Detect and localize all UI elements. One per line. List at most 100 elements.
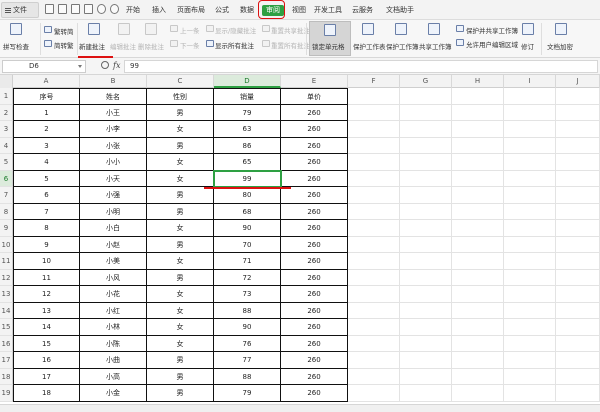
tab-insert[interactable]: 插入 (152, 4, 166, 16)
print-preview-icon[interactable] (71, 4, 80, 14)
table-cell[interactable]: 260 (281, 187, 348, 204)
table-cell[interactable]: 260 (281, 154, 348, 171)
row-header[interactable]: 12 (0, 269, 13, 286)
protect-workbook-button[interactable]: 保护工作簿 (386, 41, 419, 51)
empty-cell[interactable] (400, 220, 452, 237)
table-cell[interactable]: 小高 (80, 368, 147, 385)
empty-cell[interactable] (348, 121, 400, 138)
empty-cell[interactable] (556, 335, 600, 352)
empty-cell[interactable] (504, 203, 556, 220)
empty-cell[interactable] (348, 368, 400, 385)
table-cell[interactable]: 12 (13, 286, 80, 303)
empty-cell[interactable] (556, 269, 600, 286)
empty-cell[interactable] (400, 203, 452, 220)
table-header-cell[interactable]: 性别 (147, 88, 214, 105)
reset-shared-comments-button[interactable]: 重置共享批注 (271, 25, 310, 35)
file-menu-button[interactable]: 文件 (1, 2, 39, 18)
empty-cell[interactable] (348, 286, 400, 303)
show-all-comments-button[interactable]: 显示所有批注 (215, 40, 254, 50)
table-cell[interactable]: 男 (147, 352, 214, 369)
row-header[interactable]: 3 (0, 121, 13, 138)
row-header[interactable]: 16 (0, 335, 13, 352)
table-cell[interactable]: 13 (13, 302, 80, 319)
table-cell[interactable]: 男 (147, 368, 214, 385)
empty-cell[interactable] (400, 187, 452, 204)
table-cell[interactable]: 小李 (80, 121, 147, 138)
empty-cell[interactable] (452, 335, 504, 352)
empty-cell[interactable] (504, 352, 556, 369)
row-header[interactable]: 14 (0, 302, 13, 319)
empty-cell[interactable] (452, 269, 504, 286)
row-header[interactable]: 7 (0, 187, 13, 204)
delete-comment-button[interactable]: 删除批注 (138, 41, 164, 51)
table-cell[interactable]: 7 (13, 203, 80, 220)
table-cell[interactable]: 5 (13, 170, 80, 187)
empty-cell[interactable] (348, 137, 400, 154)
table-cell[interactable]: 小林 (80, 319, 147, 336)
table-cell[interactable]: 1 (13, 104, 80, 121)
empty-cell[interactable] (400, 319, 452, 336)
row-header[interactable]: 9 (0, 220, 13, 237)
tab-data[interactable]: 数据 (240, 4, 254, 16)
empty-cell[interactable] (452, 352, 504, 369)
next-comment-button[interactable]: 下一条 (180, 40, 200, 50)
table-cell[interactable]: 70 (214, 236, 281, 253)
undo-icon[interactable] (97, 4, 106, 14)
lock-cells-button[interactable]: 锁定单元格 (309, 21, 351, 56)
column-header-h[interactable]: H (452, 75, 504, 88)
table-cell[interactable]: 小白 (80, 220, 147, 237)
empty-cell[interactable] (556, 88, 600, 105)
empty-cell[interactable] (504, 335, 556, 352)
table-cell[interactable]: 男 (147, 385, 214, 402)
tab-page-layout[interactable]: 页面布局 (177, 4, 205, 16)
revise-button[interactable]: 修订 (521, 41, 534, 51)
table-cell[interactable]: 260 (281, 121, 348, 138)
show-hide-comment-button[interactable]: 显示/隐藏批注 (215, 25, 256, 35)
table-cell[interactable]: 女 (147, 220, 214, 237)
empty-cell[interactable] (400, 121, 452, 138)
tab-start[interactable]: 开始 (126, 4, 140, 16)
table-cell[interactable]: 3 (13, 137, 80, 154)
export-icon[interactable] (84, 4, 93, 14)
empty-cell[interactable] (504, 220, 556, 237)
empty-cell[interactable] (504, 253, 556, 270)
empty-cell[interactable] (400, 269, 452, 286)
empty-cell[interactable] (348, 220, 400, 237)
empty-cell[interactable] (556, 319, 600, 336)
protect-sheet-button[interactable]: 保护工作表 (353, 41, 386, 51)
table-cell[interactable]: 男 (147, 137, 214, 154)
empty-cell[interactable] (556, 286, 600, 303)
table-cell[interactable]: 260 (281, 286, 348, 303)
table-cell[interactable]: 260 (281, 335, 348, 352)
empty-cell[interactable] (452, 368, 504, 385)
table-cell[interactable]: 男 (147, 269, 214, 286)
table-cell[interactable]: 男 (147, 104, 214, 121)
table-cell[interactable]: 女 (147, 253, 214, 270)
table-cell[interactable]: 小陈 (80, 335, 147, 352)
table-cell[interactable]: 77 (214, 352, 281, 369)
empty-cell[interactable] (452, 170, 504, 187)
table-cell[interactable]: 小强 (80, 187, 147, 204)
table-cell[interactable]: 14 (13, 319, 80, 336)
table-cell[interactable]: 79 (214, 104, 281, 121)
empty-cell[interactable] (348, 170, 400, 187)
table-cell[interactable]: 9 (13, 236, 80, 253)
tab-developer[interactable]: 开发工具 (314, 4, 342, 16)
empty-cell[interactable] (400, 286, 452, 303)
table-cell[interactable]: 男 (147, 187, 214, 204)
empty-cell[interactable] (452, 385, 504, 402)
empty-cell[interactable] (556, 302, 600, 319)
table-cell[interactable]: 女 (147, 170, 214, 187)
empty-cell[interactable] (348, 269, 400, 286)
table-cell[interactable]: 小王 (80, 104, 147, 121)
reset-all-comments-button[interactable]: 重置所有批注 (271, 40, 310, 50)
empty-cell[interactable] (452, 88, 504, 105)
empty-cell[interactable] (348, 154, 400, 171)
table-cell[interactable]: 71 (214, 253, 281, 270)
edit-comment-button[interactable]: 编辑批注 (110, 41, 136, 51)
table-cell[interactable]: 女 (147, 302, 214, 319)
empty-cell[interactable] (452, 137, 504, 154)
empty-cell[interactable] (348, 253, 400, 270)
empty-cell[interactable] (504, 137, 556, 154)
table-cell[interactable]: 小天 (80, 170, 147, 187)
